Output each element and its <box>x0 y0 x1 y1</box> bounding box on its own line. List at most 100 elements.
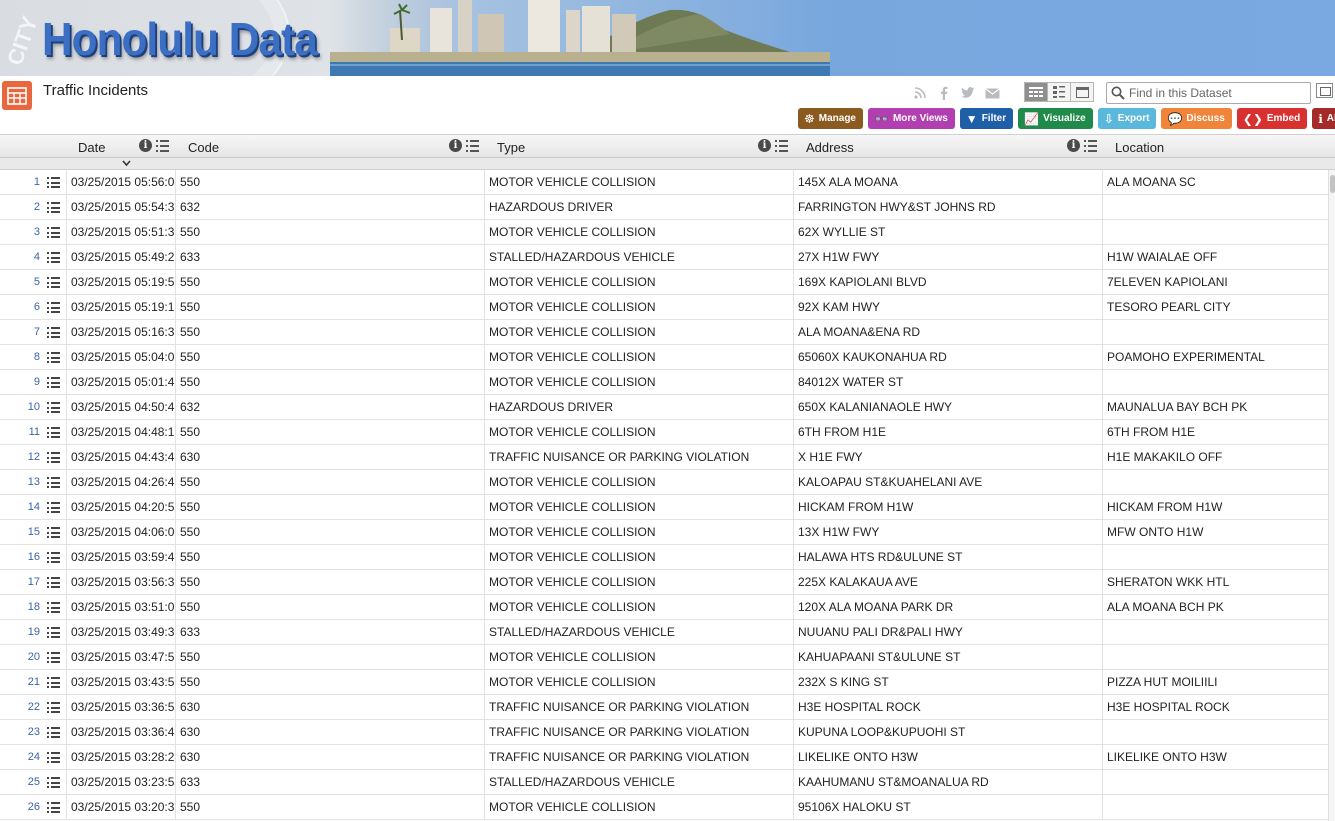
table-row[interactable]: 16 03/25/2015 03:59:4 550 MOTOR VEHICLE COL… <box>0 545 1328 570</box>
cell-code[interactable]: 550 <box>180 545 480 570</box>
discuss-button[interactable]: 💬 Discuss <box>1161 108 1232 129</box>
cell-date[interactable]: 03/25/2015 05:19:5 <box>71 270 175 295</box>
table-row[interactable]: 5 03/25/2015 05:19:5 550 MOTOR VEHICLE COLL… <box>0 270 1328 295</box>
cell-date[interactable]: 03/25/2015 03:47:5 <box>71 645 175 670</box>
row-menu-icon[interactable] <box>47 427 60 438</box>
cell-type[interactable]: MOTOR VEHICLE COLLISION <box>489 370 789 395</box>
cell-address[interactable]: ALA MOANA&ENA RD <box>798 320 1098 345</box>
table-row[interactable]: 4 03/25/2015 05:49:2 633 STALLED/HAZARDOUS … <box>0 245 1328 270</box>
cell-type[interactable]: MOTOR VEHICLE COLLISION <box>489 470 789 495</box>
row-number[interactable]: 10 <box>0 395 40 419</box>
cell-code[interactable]: 550 <box>180 495 480 520</box>
table-row[interactable]: 24 03/25/2015 03:28:2 630 TRAFFIC NUISANCE … <box>0 745 1328 770</box>
row-menu-icon[interactable] <box>47 727 60 738</box>
cell-code[interactable]: 550 <box>180 470 480 495</box>
table-row[interactable]: 14 03/25/2015 04:20:5 550 MOTOR VEHICLE COL… <box>0 495 1328 520</box>
row-number[interactable]: 2 <box>0 195 40 219</box>
cell-code[interactable]: 633 <box>180 620 480 645</box>
row-number[interactable]: 16 <box>0 545 40 569</box>
cell-address[interactable]: FARRINGTON HWY&ST JOHNS RD <box>798 195 1098 220</box>
cell-location[interactable]: TESORO PEARL CITY <box>1107 295 1325 320</box>
table-row[interactable]: 26 03/25/2015 03:20:3 550 MOTOR VEHICLE COL… <box>0 795 1328 820</box>
row-menu-icon[interactable] <box>47 752 60 763</box>
cell-code[interactable]: 550 <box>180 420 480 445</box>
row-number[interactable]: 20 <box>0 645 40 669</box>
cell-location[interactable] <box>1107 720 1325 745</box>
cell-date[interactable]: 03/25/2015 04:50:4 <box>71 395 175 420</box>
cell-type[interactable]: MOTOR VEHICLE COLLISION <box>489 320 789 345</box>
cell-address[interactable]: 232X S KING ST <box>798 670 1098 695</box>
cell-address[interactable]: KALOAPAU ST&KUAHELANI AVE <box>798 470 1098 495</box>
column-header-address[interactable]: Address <box>806 135 854 159</box>
cell-code[interactable]: 550 <box>180 345 480 370</box>
row-menu-icon[interactable] <box>47 352 60 363</box>
row-menu-icon[interactable] <box>47 177 60 188</box>
cell-type[interactable]: TRAFFIC NUISANCE OR PARKING VIOLATION <box>489 445 789 470</box>
cell-address[interactable]: 6TH FROM H1E <box>798 420 1098 445</box>
cell-date[interactable]: 03/25/2015 03:56:3 <box>71 570 175 595</box>
cell-date[interactable]: 03/25/2015 05:01:4 <box>71 370 175 395</box>
cell-address[interactable]: 120X ALA MOANA PARK DR <box>798 595 1098 620</box>
row-number[interactable]: 25 <box>0 770 40 794</box>
cell-date[interactable]: 03/25/2015 03:49:3 <box>71 620 175 645</box>
column-info-icon[interactable]: i <box>758 139 771 152</box>
cell-type[interactable]: MOTOR VEHICLE COLLISION <box>489 520 789 545</box>
row-number[interactable]: 11 <box>0 420 40 444</box>
row-number[interactable]: 13 <box>0 470 40 494</box>
cell-code[interactable]: 632 <box>180 195 480 220</box>
table-row[interactable]: 22 03/25/2015 03:36:5 630 TRAFFIC NUISANCE … <box>0 695 1328 720</box>
cell-address[interactable]: KAAHUMANU ST&MOANALUA RD <box>798 770 1098 795</box>
vertical-scrollbar[interactable] <box>1328 170 1335 821</box>
cell-address[interactable]: 650X KALANIANAOLE HWY <box>798 395 1098 420</box>
manage-button[interactable]: ☸ Manage <box>798 108 863 129</box>
cell-type[interactable]: TRAFFIC NUISANCE OR PARKING VIOLATION <box>489 720 789 745</box>
cell-location[interactable]: ALA MOANA BCH PK <box>1107 595 1325 620</box>
cell-type[interactable]: HAZARDOUS DRIVER <box>489 395 789 420</box>
cell-location[interactable] <box>1107 220 1325 245</box>
table-row[interactable]: 11 03/25/2015 04:48:1 550 MOTOR VEHICLE COL… <box>0 420 1328 445</box>
cell-address[interactable]: 145X ALA MOANA <box>798 170 1098 195</box>
cell-type[interactable]: MOTOR VEHICLE COLLISION <box>489 295 789 320</box>
table-row[interactable]: 15 03/25/2015 04:06:0 550 MOTOR VEHICLE COL… <box>0 520 1328 545</box>
row-number[interactable]: 4 <box>0 245 40 269</box>
cell-location[interactable]: SHERATON WKK HTL <box>1107 570 1325 595</box>
row-menu-icon[interactable] <box>47 652 60 663</box>
cell-location[interactable]: H3E HOSPITAL ROCK <box>1107 695 1325 720</box>
cell-type[interactable]: MOTOR VEHICLE COLLISION <box>489 495 789 520</box>
column-header-location[interactable]: Location <box>1115 135 1164 159</box>
cell-date[interactable]: 03/25/2015 05:16:3 <box>71 320 175 345</box>
cell-location[interactable] <box>1107 370 1325 395</box>
more-views-button[interactable]: 👓 More Views <box>868 108 955 129</box>
cell-type[interactable]: MOTOR VEHICLE COLLISION <box>489 420 789 445</box>
cell-location[interactable] <box>1107 620 1325 645</box>
cell-type[interactable]: MOTOR VEHICLE COLLISION <box>489 170 789 195</box>
table-row[interactable]: 20 03/25/2015 03:47:5 550 MOTOR VEHICLE COL… <box>0 645 1328 670</box>
scrollbar-thumb[interactable] <box>1330 175 1335 193</box>
cell-address[interactable]: H3E HOSPITAL ROCK <box>798 695 1098 720</box>
cell-type[interactable]: STALLED/HAZARDOUS VEHICLE <box>489 245 789 270</box>
cell-date[interactable]: 03/25/2015 05:04:0 <box>71 345 175 370</box>
cell-address[interactable]: LIKELIKE ONTO H3W <box>798 745 1098 770</box>
row-menu-icon[interactable] <box>47 527 60 538</box>
cell-code[interactable]: 550 <box>180 595 480 620</box>
column-header-type[interactable]: Type <box>497 135 525 159</box>
cell-date[interactable]: 03/25/2015 05:56:0 <box>71 170 175 195</box>
cell-date[interactable]: 03/25/2015 04:20:5 <box>71 495 175 520</box>
cell-location[interactable]: 7ELEVEN KAPIOLANI <box>1107 270 1325 295</box>
row-number[interactable]: 14 <box>0 495 40 519</box>
cell-address[interactable]: 84012X WATER ST <box>798 370 1098 395</box>
row-number[interactable]: 19 <box>0 620 40 644</box>
row-number[interactable]: 22 <box>0 695 40 719</box>
row-menu-icon[interactable] <box>47 302 60 313</box>
cell-location[interactable]: 6TH FROM H1E <box>1107 420 1325 445</box>
row-number[interactable]: 6 <box>0 295 40 319</box>
cell-type[interactable]: MOTOR VEHICLE COLLISION <box>489 645 789 670</box>
cell-code[interactable]: 550 <box>180 270 480 295</box>
cell-type[interactable]: STALLED/HAZARDOUS VEHICLE <box>489 770 789 795</box>
row-menu-icon[interactable] <box>47 227 60 238</box>
row-menu-icon[interactable] <box>47 377 60 388</box>
cell-date[interactable]: 03/25/2015 04:43:4 <box>71 445 175 470</box>
table-row[interactable]: 25 03/25/2015 03:23:5 633 STALLED/HAZARDOUS… <box>0 770 1328 795</box>
table-row[interactable]: 9 03/25/2015 05:01:4 550 MOTOR VEHICLE COLL… <box>0 370 1328 395</box>
cell-location[interactable]: H1E MAKAKILO OFF <box>1107 445 1325 470</box>
